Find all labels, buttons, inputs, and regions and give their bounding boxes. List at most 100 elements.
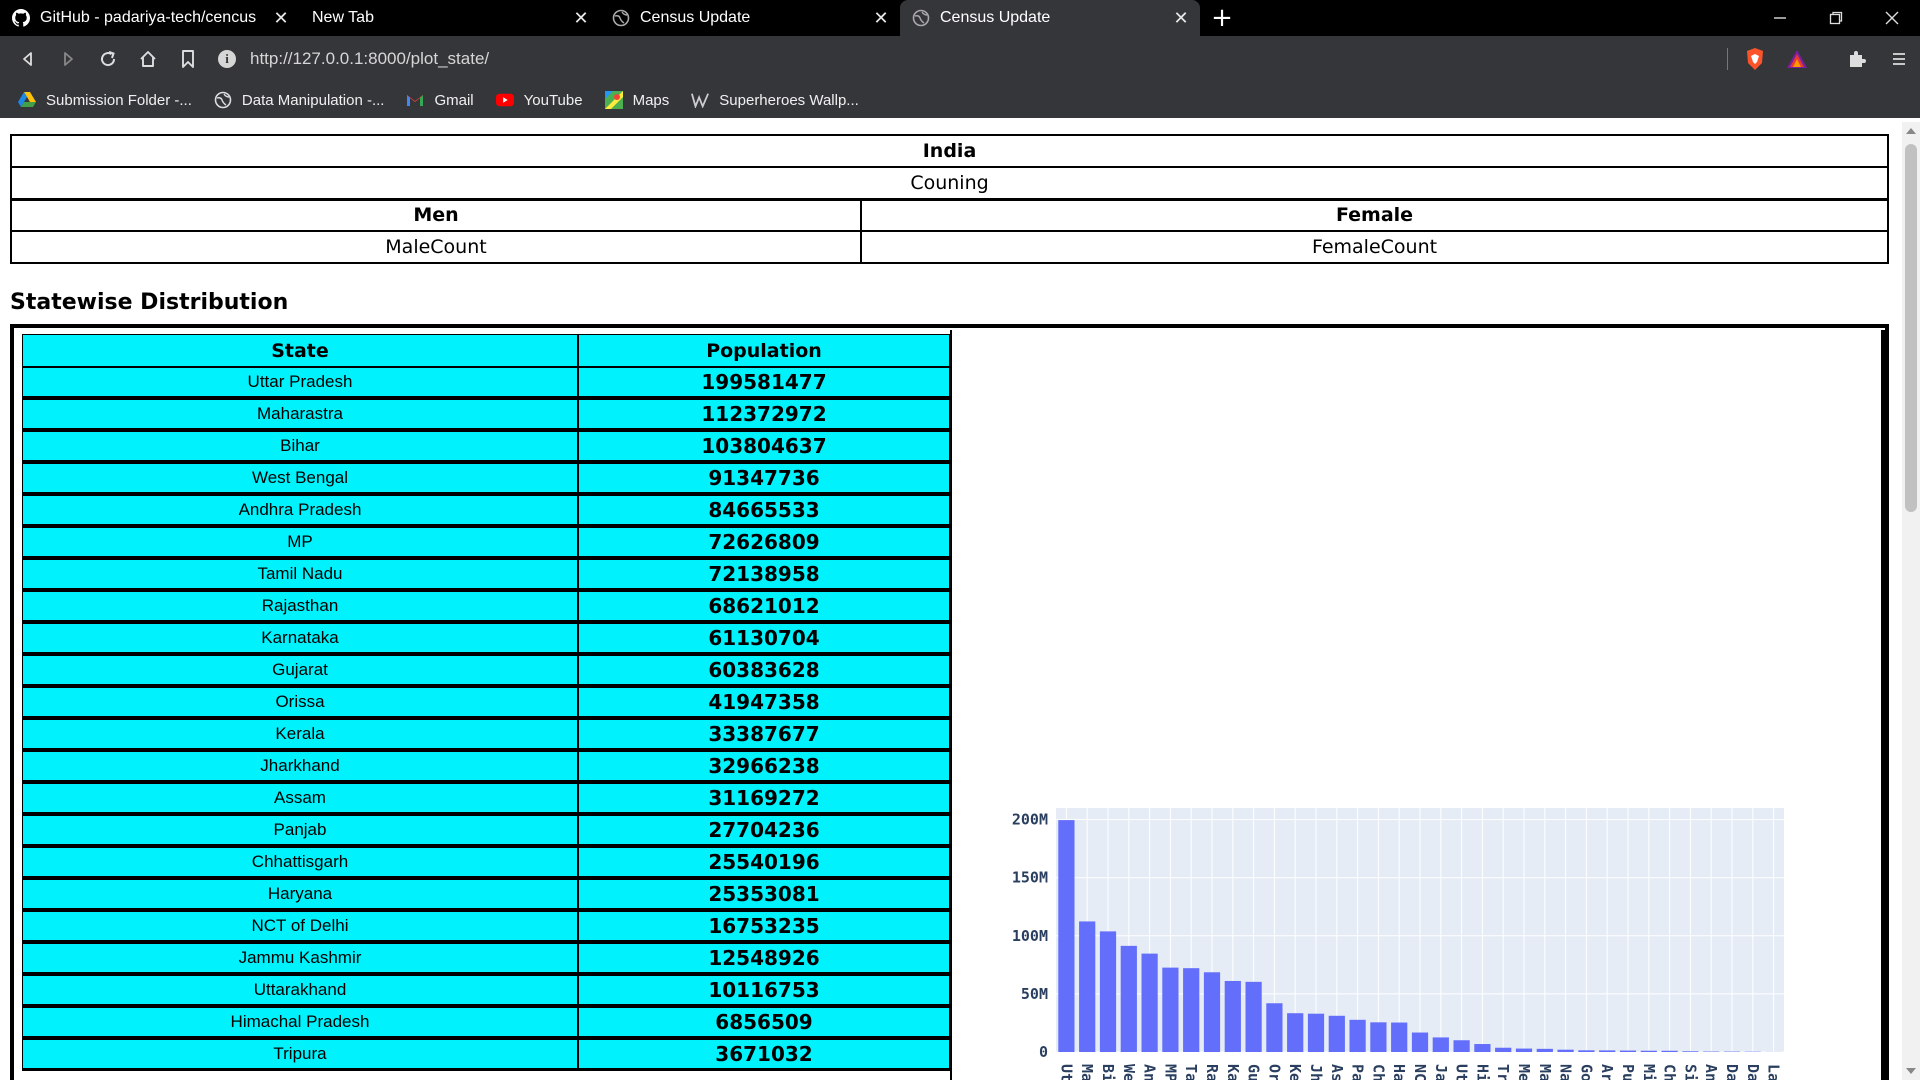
close-tab-icon[interactable]: ✕ — [1172, 8, 1190, 29]
table-row: Maharastra 112372972 — [22, 399, 950, 431]
tab-title: Census Update — [640, 9, 751, 26]
extensions-icon[interactable] — [1836, 38, 1878, 80]
forward-icon[interactable] — [48, 39, 88, 79]
bookmark-youtube[interactable]: YouTube — [495, 91, 583, 109]
x-tick-label: Panjab — [1349, 1064, 1367, 1080]
close-tab-icon[interactable]: ✕ — [572, 8, 590, 29]
state-cell: Panjab — [22, 815, 578, 847]
state-cell: Karnataka — [22, 623, 578, 655]
bookmark-label: Gmail — [434, 91, 474, 109]
male-count-cell: MaleCount — [10, 230, 862, 264]
bookmark-submission-folder[interactable]: Submission Folder -... — [18, 91, 192, 109]
youtube-icon — [495, 91, 514, 109]
table-row: MP 72626809 — [22, 527, 950, 559]
state-cell: MP — [22, 527, 578, 559]
state-cell: Andhra Pradesh — [22, 495, 578, 527]
state-rows: Uttar Pradesh 199581477 Maharastra 11237297… — [22, 367, 950, 1071]
state-cell: Tamil Nadu — [22, 559, 578, 591]
state-cell: Jammu Kashmir — [22, 943, 578, 975]
table-row: Jharkhand 32966238 — [22, 751, 950, 783]
maps-icon — [604, 91, 623, 109]
site-info-icon[interactable]: i — [218, 50, 236, 68]
x-tick-label: Haryan — [1390, 1064, 1408, 1080]
scroll-up-icon[interactable] — [1906, 128, 1916, 134]
x-tick-label: Goa — [1577, 1064, 1595, 1080]
population-cell: 60383628 — [578, 655, 950, 687]
restore-icon[interactable] — [1808, 0, 1864, 36]
population-cell: 33387677 — [578, 719, 950, 751]
x-tick-label: Jharkh — [1307, 1064, 1325, 1080]
back-icon[interactable] — [8, 39, 48, 79]
bar — [1079, 921, 1096, 1052]
url-text: http://127.0.0.1:8000/plot_state/ — [250, 49, 490, 68]
y-tick-label: 150M — [1012, 869, 1048, 887]
bookmark-maps[interactable]: Maps — [604, 91, 669, 109]
scrollbar-thumb[interactable] — [1905, 144, 1917, 512]
tab-census-update-active[interactable]: Census Update ✕ — [900, 0, 1200, 36]
bar — [1411, 1032, 1429, 1052]
menu-icon[interactable] — [1878, 38, 1920, 80]
state-cell: Gujarat — [22, 655, 578, 687]
population-cell: 72626809 — [578, 527, 950, 559]
new-tab-button[interactable]: + — [1204, 0, 1240, 36]
x-tick-label: Chhatt — [1369, 1064, 1387, 1080]
x-tick-label: Andam — [1702, 1064, 1720, 1080]
reload-icon[interactable] — [88, 39, 128, 79]
table-row: Gujarat 60383628 — [22, 655, 950, 687]
bar — [1536, 1048, 1553, 1052]
toolbar-extensions — [1727, 36, 1920, 82]
tab-census-update[interactable]: Census Update ✕ — [600, 0, 900, 36]
bar — [1058, 820, 1075, 1052]
tab-github[interactable]: GitHub - padariya-tech/cencus ✕ — [0, 0, 300, 36]
population-cell: 41947358 — [578, 687, 950, 719]
state-cell: Assam — [22, 783, 578, 815]
tab-new-tab[interactable]: New Tab ✕ — [300, 0, 600, 36]
bar — [1474, 1044, 1491, 1052]
population-cell: 16753235 — [578, 911, 950, 943]
bookmark-superheroes[interactable]: Superheroes Wallp... — [691, 91, 859, 109]
minimize-icon[interactable] — [1752, 0, 1808, 36]
state-cell: Uttarakhand — [22, 975, 578, 1007]
x-tick-label: Rajasth — [1203, 1064, 1221, 1080]
bookmark-icon[interactable] — [168, 39, 208, 79]
state-cell: West Bengal — [22, 463, 578, 495]
globe-icon — [612, 9, 630, 27]
gmail-icon — [406, 91, 424, 109]
brave-shield-icon[interactable] — [1734, 38, 1776, 80]
y-tick-label: 0 — [1039, 1043, 1048, 1061]
scroll-down-icon[interactable] — [1906, 1068, 1916, 1074]
x-tick-label: Bihar — [1099, 1064, 1117, 1080]
state-cell: Maharastra — [22, 399, 578, 431]
bookmark-gmail[interactable]: Gmail — [406, 91, 474, 109]
table-row: Andhra Pradesh 84665533 — [22, 495, 950, 527]
bar — [1349, 1019, 1366, 1052]
bar — [1619, 1050, 1637, 1052]
table-row: NCT of Delhi 16753235 — [22, 911, 950, 943]
page-scrollbar[interactable] — [1902, 122, 1920, 1080]
bookmark-data-manipulation[interactable]: Data Manipulation -... — [214, 91, 384, 109]
tab-title: GitHub - padariya-tech/cencus — [40, 9, 257, 26]
close-tab-icon[interactable]: ✕ — [272, 8, 290, 29]
population-bar-chart: 0 50M 100M 150M 200M Uttar PMaharaBiharWest B… — [1012, 808, 1784, 1080]
bookmark-label: Superheroes Wallp... — [719, 91, 859, 109]
page-viewport: India Couning Men Female MaleCount Femal… — [0, 122, 1902, 1080]
close-tab-icon[interactable]: ✕ — [872, 8, 890, 29]
bar — [1432, 1037, 1449, 1052]
address-bar[interactable]: i http://127.0.0.1:8000/plot_state/ — [218, 42, 1738, 76]
y-tick-label: 200M — [1012, 811, 1048, 829]
bar — [1370, 1022, 1387, 1052]
tab-bar: GitHub - padariya-tech/cencus ✕ New Tab … — [0, 0, 1920, 36]
close-window-icon[interactable] — [1864, 0, 1920, 36]
brave-rewards-icon[interactable] — [1776, 38, 1818, 80]
bar — [1578, 1050, 1595, 1052]
w-icon — [691, 91, 710, 109]
x-tick-label: Orissa — [1265, 1064, 1283, 1080]
github-icon — [12, 9, 30, 27]
home-icon[interactable] — [128, 39, 168, 79]
x-tick-label: Mahara — [1078, 1064, 1096, 1080]
table-row: Kerala 33387677 — [22, 719, 950, 751]
x-tick-label: Karnat — [1224, 1064, 1242, 1080]
table-row: Chhattisgarh 25540196 — [22, 847, 950, 879]
bar — [1099, 931, 1117, 1052]
section-title: Statewise Distribution — [10, 290, 289, 315]
